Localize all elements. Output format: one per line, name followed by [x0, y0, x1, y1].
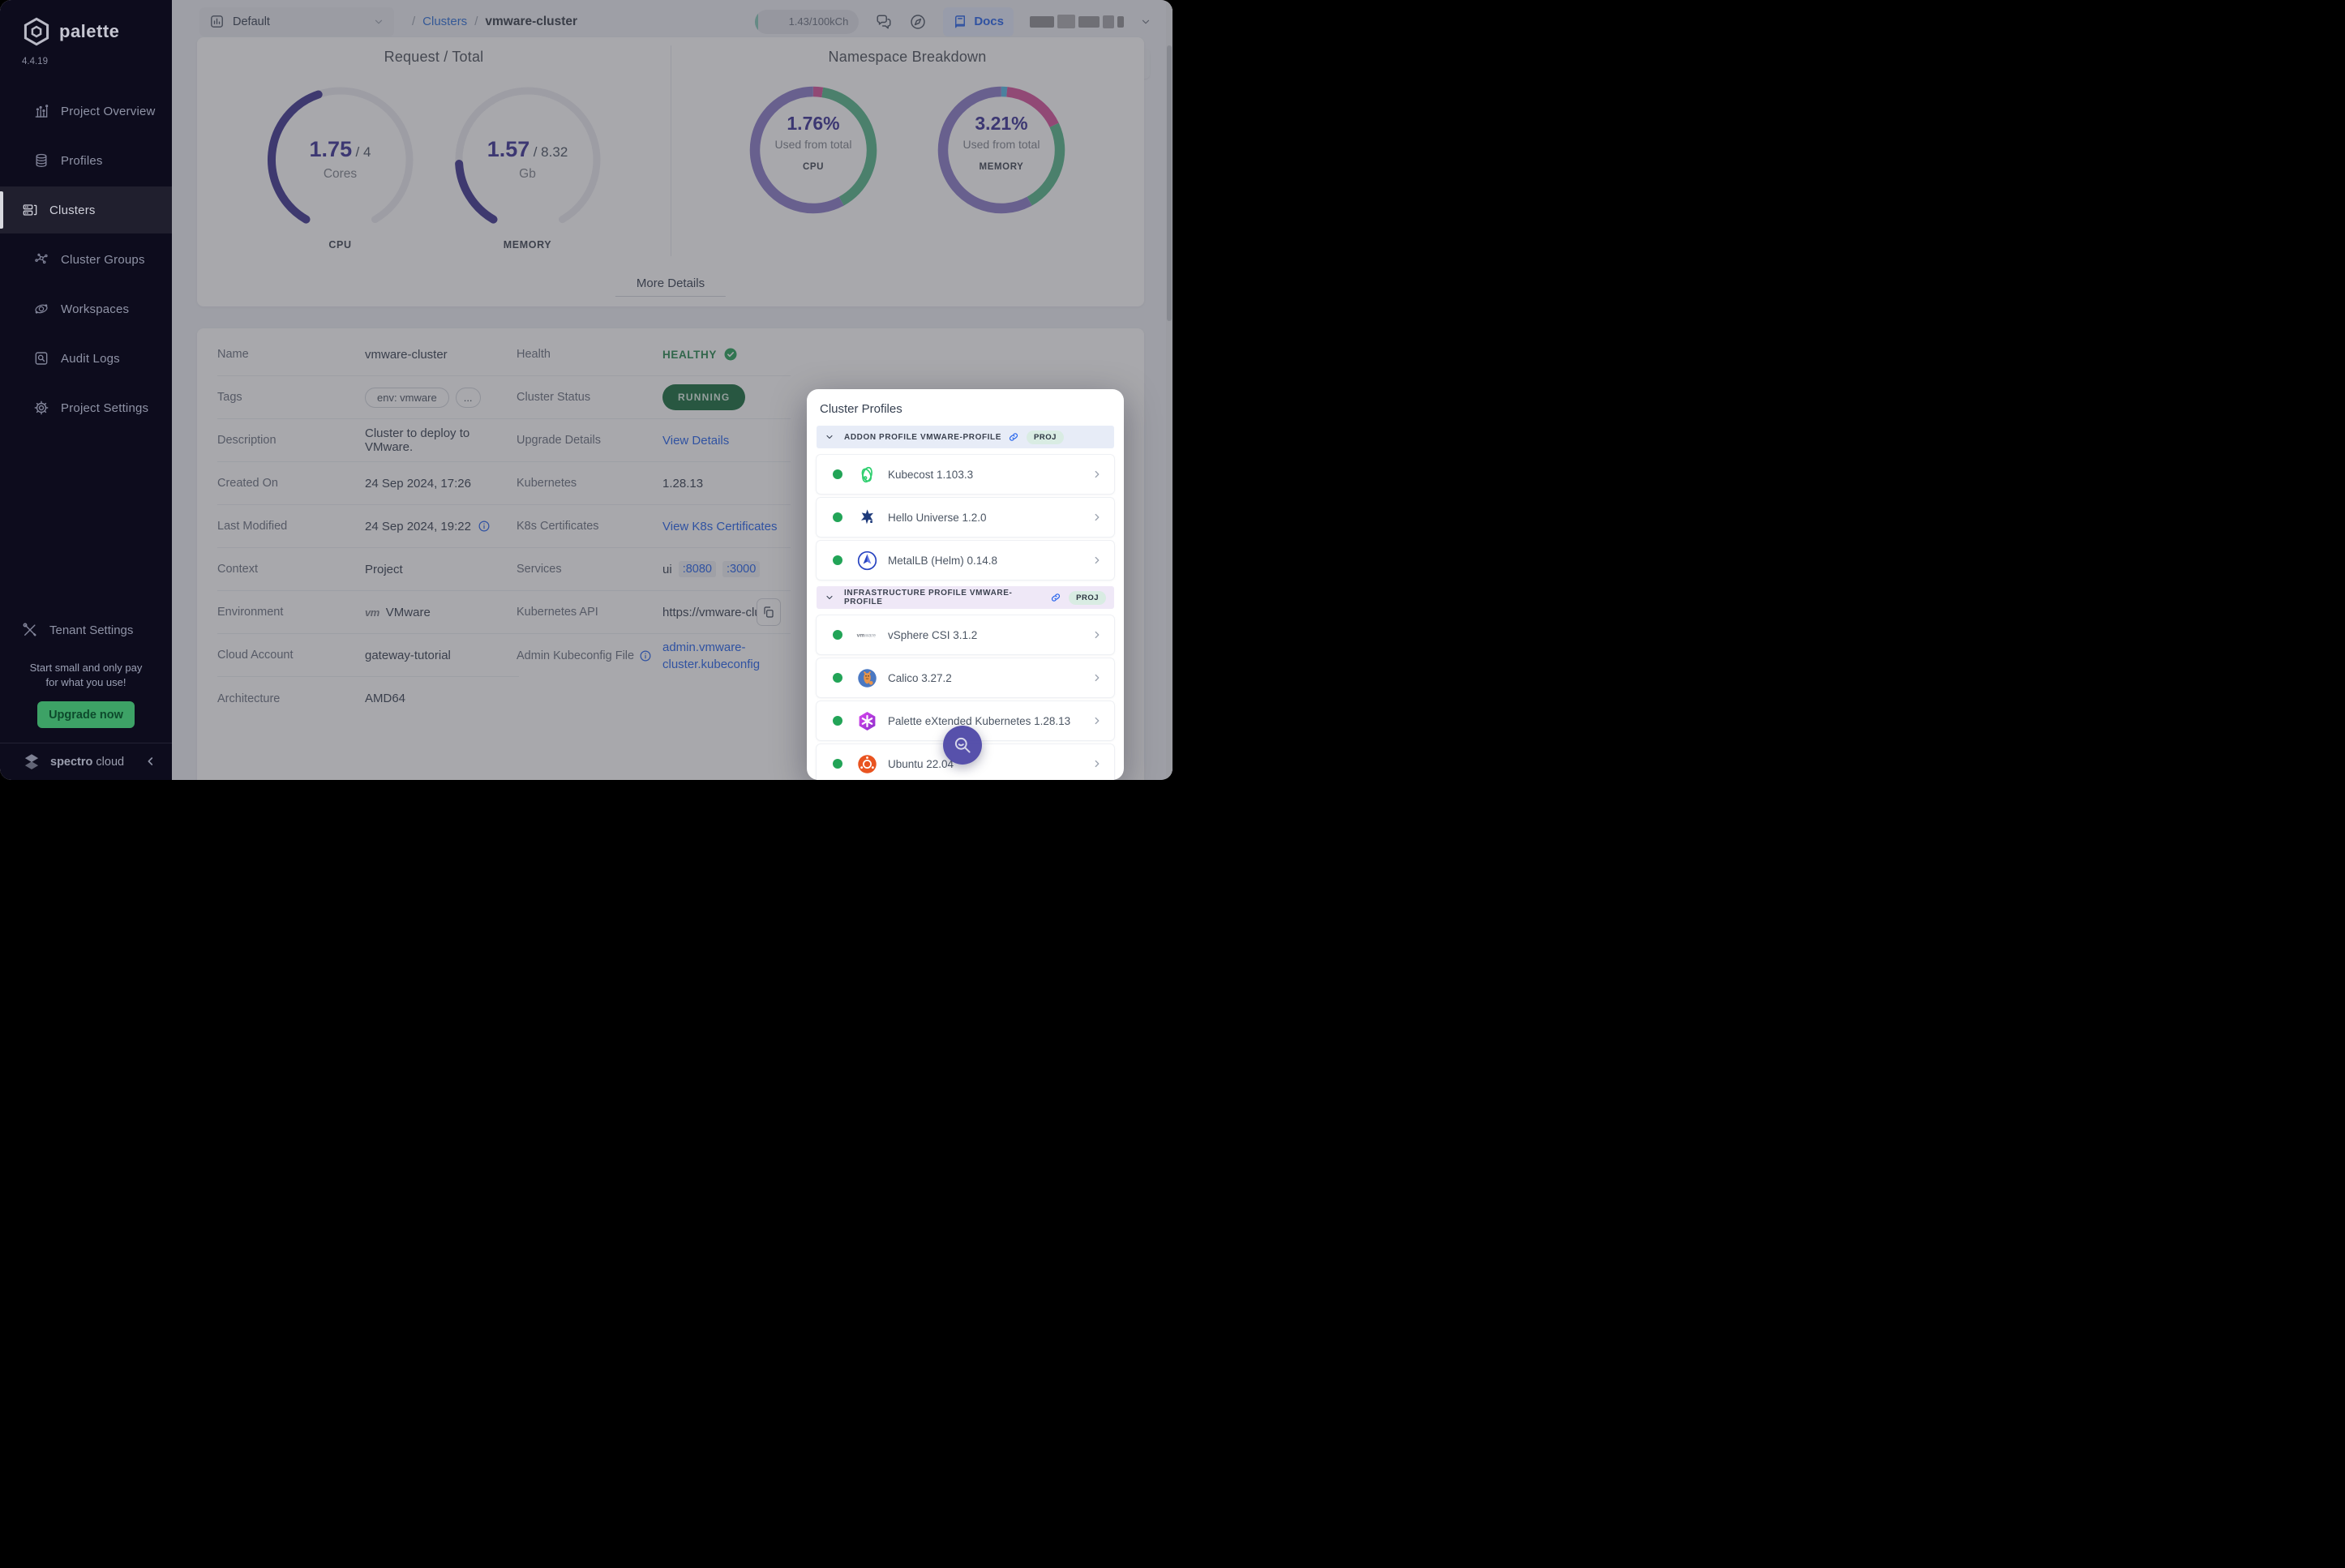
- sidebar-bottom: Tenant Settings Start small and only pay…: [0, 607, 172, 780]
- clusters-icon: [22, 202, 38, 218]
- workspaces-icon: [33, 301, 49, 317]
- brand-name: palette: [59, 21, 119, 42]
- sidebar-item-project-overview[interactable]: Project Overview: [0, 88, 172, 135]
- scope-badge: PROJ: [1027, 431, 1064, 444]
- gear-icon: [33, 400, 49, 416]
- profile-layer-hello-universe-1-2-0[interactable]: Hello Universe 1.2.0: [817, 498, 1114, 537]
- profile-layer-name: Palette eXtended Kubernetes 1.28.13: [888, 715, 1070, 727]
- profile-layer-metallb-helm-0-14-8[interactable]: MetalLB (Helm) 0.14.8: [817, 541, 1114, 580]
- cluster-groups-icon: [33, 251, 49, 268]
- profiles-icon: [33, 152, 49, 169]
- metallb-logo-icon: [856, 550, 878, 572]
- status-dot: [833, 469, 842, 479]
- profile-section-header-infra[interactable]: INFRASTRUCTURE PROFILE VMWARE-PROFILE PRO…: [817, 586, 1114, 609]
- profile-layer-name: Hello Universe 1.2.0: [888, 512, 987, 524]
- sidebar-item-clusters[interactable]: Clusters: [0, 186, 172, 233]
- status-dot: [833, 673, 842, 683]
- hello-universe-logo-icon: [856, 507, 878, 529]
- sidebar-item-label: Project Settings: [61, 401, 148, 415]
- profile-layer-name: Ubuntu 22.04: [888, 758, 954, 770]
- svg-text:vm: vm: [857, 632, 865, 638]
- footer-brand-bold: spectro: [50, 756, 92, 769]
- sidebar-collapse-icon[interactable]: [144, 755, 159, 769]
- chevron-right-icon: [1091, 555, 1103, 566]
- scope-badge: PROJ: [1069, 591, 1106, 605]
- profile-section-header-addon[interactable]: ADDON PROFILE VMWARE-PROFILE PROJ: [817, 426, 1114, 448]
- profile-layer-name: Calico 3.27.2: [888, 672, 952, 684]
- profile-layer-name: MetalLB (Helm) 0.14.8: [888, 555, 997, 567]
- search-smile-icon: [953, 735, 972, 755]
- sidebar: palette 4.4.19 Project Overview Profiles C…: [0, 0, 172, 780]
- tools-icon: [22, 622, 38, 638]
- audit-logs-icon: [33, 350, 49, 366]
- footer-brand-light: cloud: [96, 756, 124, 769]
- sidebar-item-project-settings[interactable]: Project Settings: [0, 384, 172, 431]
- sidebar-item-label: Project Overview: [61, 105, 156, 118]
- profile-layer-name: vSphere CSI 3.1.2: [888, 629, 977, 641]
- chevron-right-icon: [1091, 758, 1103, 769]
- profile-section-label: INFRASTRUCTURE PROFILE VMWARE-PROFILE: [844, 589, 1044, 606]
- sidebar-item-label: Audit Logs: [61, 352, 120, 366]
- sidebar-item-label: Clusters: [49, 203, 96, 217]
- sidebar-item-profiles[interactable]: Profiles: [0, 137, 172, 184]
- status-dot: [833, 759, 842, 769]
- upgrade-promo: Start small and only pay for what you us…: [0, 661, 172, 690]
- ubuntu-logo-icon: [856, 753, 878, 775]
- profile-layer-kubecost-1-103-3[interactable]: Kubecost 1.103.3: [817, 455, 1114, 494]
- link-icon: [1008, 431, 1019, 443]
- sidebar-item-audit-logs[interactable]: Audit Logs: [0, 335, 172, 382]
- sidebar-item-label: Cluster Groups: [61, 253, 145, 267]
- spectro-cloud-logo-icon: [21, 752, 42, 773]
- calico-logo-icon: [856, 667, 878, 689]
- sidebar-item-label: Workspaces: [61, 302, 129, 316]
- sidebar-item-tenant-settings[interactable]: Tenant Settings: [0, 607, 172, 653]
- app-window: palette 4.4.19 Project Overview Profiles C…: [0, 0, 1172, 780]
- tenant-settings-label: Tenant Settings: [49, 623, 133, 637]
- vmware-logo-icon: vmware: [856, 624, 878, 646]
- chevron-right-icon: [1091, 715, 1103, 726]
- cluster-profiles-title: Cluster Profiles: [820, 402, 1111, 416]
- palette-logo-icon: [21, 16, 52, 47]
- chevron-right-icon: [1091, 672, 1103, 683]
- profile-layer-calico-3-27-2[interactable]: Calico 3.27.2: [817, 658, 1114, 697]
- kubecost-logo-icon: [856, 464, 878, 486]
- chevron-down-icon: [825, 593, 834, 602]
- link-icon: [1050, 592, 1061, 603]
- chevron-down-icon: [825, 432, 834, 442]
- status-dot: [833, 555, 842, 565]
- profile-section-label: ADDON PROFILE VMWARE-PROFILE: [844, 433, 1001, 442]
- pxk-logo-icon: [856, 710, 878, 732]
- sidebar-footer: spectro cloud: [0, 743, 172, 780]
- chevron-right-icon: [1091, 469, 1103, 480]
- cluster-profiles-panel: Cluster Profiles ADDON PROFILE VMWARE-PR…: [807, 389, 1124, 780]
- profile-layer-vsphere-csi-3-1-2[interactable]: vmware vSphere CSI 3.1.2: [817, 615, 1114, 654]
- search-fab-button[interactable]: [943, 726, 982, 765]
- brand: palette: [0, 0, 172, 47]
- sidebar-item-label: Profiles: [61, 154, 103, 168]
- status-dot: [833, 512, 842, 522]
- chevron-right-icon: [1091, 512, 1103, 523]
- profile-layer-name: Kubecost 1.103.3: [888, 469, 973, 481]
- sidebar-nav: Project Overview Profiles Clusters Cluster …: [0, 88, 172, 431]
- svg-text:ware: ware: [864, 633, 877, 638]
- chevron-right-icon: [1091, 629, 1103, 640]
- status-dot: [833, 716, 842, 726]
- sidebar-item-workspaces[interactable]: Workspaces: [0, 285, 172, 332]
- sidebar-item-cluster-groups[interactable]: Cluster Groups: [0, 236, 172, 283]
- overview-icon: [33, 103, 49, 119]
- profile-layer-list: Kubecost 1.103.3 Hello Universe 1.2.0 Meta…: [817, 455, 1114, 580]
- app-version: 4.4.19: [0, 47, 172, 66]
- upgrade-now-button[interactable]: Upgrade now: [37, 701, 135, 728]
- status-dot: [833, 630, 842, 640]
